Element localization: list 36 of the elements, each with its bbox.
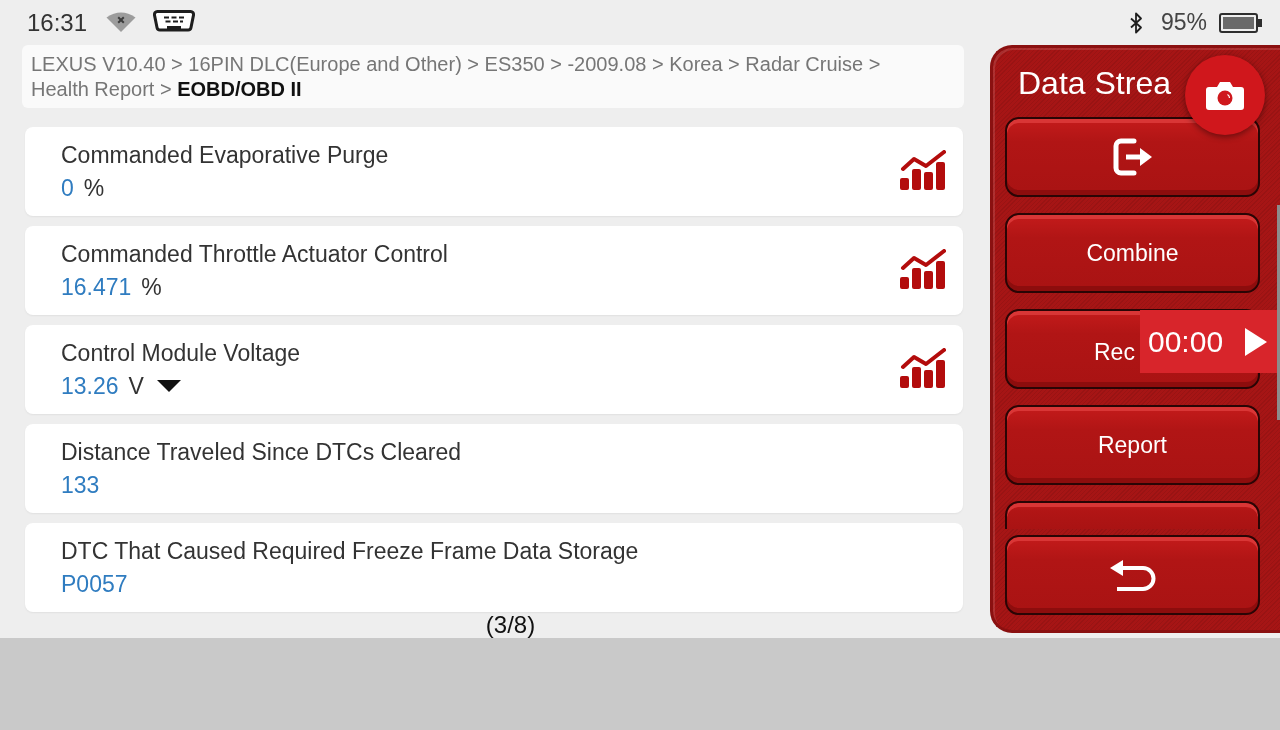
menu-button[interactable]: Combine [1005, 213, 1260, 293]
exit-button[interactable] [1005, 117, 1260, 197]
chart-icon[interactable] [900, 347, 946, 388]
back-button[interactable] [1005, 535, 1260, 615]
wifi-off-icon [106, 10, 137, 32]
menu-button[interactable] [1005, 501, 1260, 529]
battery-percent: 95% [1160, 9, 1207, 36]
parameter-name: Control Module Voltage [61, 339, 302, 368]
parameter-value: P0057 [61, 570, 128, 598]
breadcrumb-path: LEXUS V10.40 > 16PIN DLC(Europe and Other) > ES350 > -2009.08 > Korea > Radar Cruise > Health Report > EOBD/OBD II [31, 52, 882, 102]
panel-title: Data Strea [1018, 63, 1171, 103]
parameter-unit: % [83, 174, 105, 202]
parameter-unit: % [141, 273, 162, 301]
menu-button[interactable]: Report [1005, 405, 1260, 485]
exit-icon [1112, 138, 1153, 176]
page-indicator: (3/8) [485, 612, 536, 637]
play-icon[interactable] [1245, 327, 1268, 356]
timer-text: 00:00 [1148, 324, 1224, 359]
camera-icon [1205, 79, 1245, 111]
parameter-name: Commanded Evaporative Purge [61, 141, 390, 170]
parameter-unit: V [128, 372, 144, 400]
bluetooth-icon [1128, 11, 1143, 34]
parameter-name: Distance Traveled Since DTCs Cleared [61, 438, 463, 467]
chart-icon[interactable] [900, 149, 946, 190]
parameter-value: 0 [61, 174, 74, 202]
battery-icon [1219, 12, 1262, 33]
parameter-value: 16.471 [61, 273, 132, 301]
parameter-name: DTC That Caused Required Freeze Frame Data Storage [61, 537, 640, 566]
parameter-name: Commanded Throttle Actuator Control [61, 240, 449, 269]
parameter-value: 133 [61, 471, 100, 499]
parameter-value: 13.26 [61, 372, 119, 400]
status-time: 16:31 [27, 8, 88, 37]
chart-icon[interactable] [900, 248, 946, 289]
connector-icon [153, 10, 196, 33]
back-icon [1109, 559, 1156, 591]
camera-button[interactable] [1185, 55, 1265, 135]
